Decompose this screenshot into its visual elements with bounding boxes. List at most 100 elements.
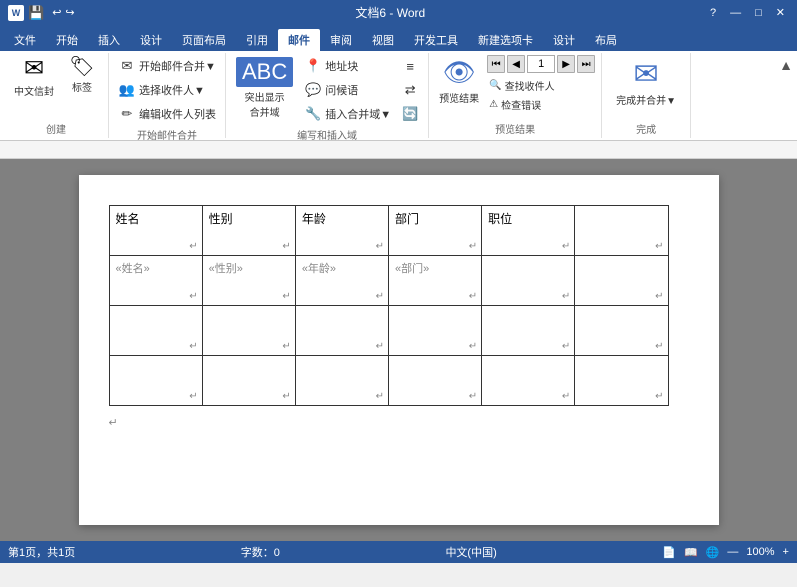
header-cell-name: 姓名 ↵ xyxy=(109,206,202,256)
tab-layout[interactable]: 页面布局 xyxy=(172,29,236,51)
preview-sub-btns: 🔍 查找收件人 ⚠ 检查错误 xyxy=(487,77,595,113)
view-mode-btn[interactable]: 📄 xyxy=(662,546,676,559)
address-block-btn[interactable]: 📍 地址块 xyxy=(301,55,394,77)
nav-row: ⏮ ◀ ▶ ⏭ xyxy=(487,55,595,73)
tab-table-layout[interactable]: 布局 xyxy=(585,29,627,51)
merge-cell-gender: «性别» ↵ xyxy=(202,256,295,306)
header-pos-text: 职位 xyxy=(488,212,512,226)
tab-mailings[interactable]: 邮件 xyxy=(278,29,320,51)
tab-home[interactable]: 开始 xyxy=(46,29,88,51)
minimize-btn[interactable]: — xyxy=(726,7,745,19)
title-bar: W 💾 ↩ ↪ 文档6 - Word ? — □ ✕ xyxy=(0,0,797,25)
doc-newline: ↵ xyxy=(109,416,689,429)
highlight-merge-btn[interactable]: ABC 突出显示合并域 xyxy=(232,55,297,121)
pilcrow-e14: ↵ xyxy=(469,341,477,352)
preview-toolbar xyxy=(0,141,797,159)
pilcrow-m3: ↵ xyxy=(376,291,384,302)
empty-cell-2-5: ↵ xyxy=(482,356,575,406)
merge-cell-dept: «部门» ↵ xyxy=(388,256,481,306)
greeting-btn[interactable]: 💬 问候语 xyxy=(301,79,394,101)
tab-developer[interactable]: 开发工具 xyxy=(404,29,468,51)
merge-age: «年龄» xyxy=(302,263,336,275)
tab-references[interactable]: 引用 xyxy=(236,29,278,51)
redo-btn[interactable]: ↪ xyxy=(65,6,74,19)
merge-cell-pos: ↵ xyxy=(482,256,575,306)
header-age-text: 年龄 xyxy=(302,212,326,226)
rules-col: ≡ ⇄ 🔄 xyxy=(398,55,422,125)
header-cell-dept: 部门 ↵ xyxy=(388,206,481,256)
chinese-envelope-btn[interactable]: ✉ 中文信封 xyxy=(10,55,58,100)
quick-save[interactable]: 💾 xyxy=(28,5,44,21)
header-dept-text: 部门 xyxy=(395,212,419,226)
pilcrow-5: ↵ xyxy=(562,241,570,252)
edit-recipient-btn[interactable]: ✏ 编辑收件人列表 xyxy=(115,103,219,125)
rules-btn[interactable]: ≡ xyxy=(398,55,422,77)
zoom-out-btn[interactable]: — xyxy=(727,546,738,559)
check-error-btn[interactable]: ⚠ 检查错误 xyxy=(487,96,595,113)
merge-cell-extra: ↵ xyxy=(575,256,668,306)
insert-merge-field-btn[interactable]: 🔧 插入合并域▼ xyxy=(301,103,394,125)
group-create: ✉ 中文信封 🏷 标签 创建 xyxy=(4,53,109,138)
maximize-btn[interactable]: □ xyxy=(751,7,766,19)
doc-title: 文档6 - Word xyxy=(75,4,706,21)
help-btn[interactable]: ? xyxy=(706,7,720,19)
title-bar-left: W 💾 ↩ ↪ xyxy=(8,5,75,21)
pilcrow-e22: ↵ xyxy=(282,391,290,402)
tab-review[interactable]: 审阅 xyxy=(320,29,362,51)
record-number-input[interactable] xyxy=(527,55,555,73)
select-recipient-btn[interactable]: 👥 选择收件人▼ xyxy=(115,79,219,101)
undo-btn[interactable]: ↩ xyxy=(52,6,61,19)
ribbon-collapse[interactable]: ▲ xyxy=(779,53,793,138)
finish-merge-btn[interactable]: ✉ 完成并合并▼ xyxy=(608,55,684,109)
label-btn[interactable]: 🏷 标签 xyxy=(62,55,102,96)
update-labels-btn[interactable]: 🔄 xyxy=(398,103,422,125)
pilcrow-e26: ↵ xyxy=(655,391,663,402)
preview-nav-col: ⏮ ◀ ▶ ⏭ 🔍 查找收件人 ⚠ 检查错误 xyxy=(487,55,595,113)
zoom-in-btn[interactable]: + xyxy=(783,546,789,559)
collapse-icon[interactable]: ▲ xyxy=(779,57,793,73)
empty-cell-1-6: ↵ xyxy=(575,306,668,356)
start-merge-btn[interactable]: ✉ 开始邮件合并▼ xyxy=(115,55,219,77)
pilcrow-m4: ↵ xyxy=(469,291,477,302)
first-record-btn[interactable]: ⏮ xyxy=(487,55,505,73)
address-block-icon: 📍 xyxy=(304,57,322,75)
empty-cell-2-1: ↵ xyxy=(109,356,202,406)
empty-cell-1-5: ↵ xyxy=(482,306,575,356)
read-mode-btn[interactable]: 📖 xyxy=(684,546,698,559)
tab-insert[interactable]: 插入 xyxy=(88,29,130,51)
chinese-envelope-label: 中文信封 xyxy=(14,83,54,98)
tab-design[interactable]: 设计 xyxy=(130,29,172,51)
empty-cell-2-2: ↵ xyxy=(202,356,295,406)
tab-view[interactable]: 视图 xyxy=(362,29,404,51)
match-fields-btn[interactable]: ⇄ xyxy=(398,79,422,101)
tab-file[interactable]: 文件 xyxy=(4,29,46,51)
pilcrow-e21: ↵ xyxy=(189,391,197,402)
group-start-merge-content: ✉ 开始邮件合并▼ 👥 选择收件人▼ ✏ 编辑收件人列表 xyxy=(115,55,219,125)
group-create-label: 创建 xyxy=(10,119,102,136)
tab-table-design[interactable]: 设计 xyxy=(543,29,585,51)
close-btn[interactable]: ✕ xyxy=(772,6,789,19)
preview-results-btn[interactable]: 👁 预览结果 xyxy=(435,55,483,107)
language: 中文(中国) xyxy=(445,544,496,560)
pilcrow-m5: ↵ xyxy=(562,291,570,302)
pilcrow-e12: ↵ xyxy=(282,341,290,352)
address-block-label: 地址块 xyxy=(325,58,358,74)
ribbon-tabs: 文件 开始 插入 设计 页面布局 引用 邮件 审阅 视图 开发工具 新建选项卡 … xyxy=(0,25,797,51)
group-start-merge: ✉ 开始邮件合并▼ 👥 选择收件人▼ ✏ 编辑收件人列表 开始邮件合并 xyxy=(109,53,226,138)
tab-new-tab[interactable]: 新建选项卡 xyxy=(468,29,543,51)
prev-record-btn[interactable]: ◀ xyxy=(507,55,525,73)
header-cell-age: 年龄 ↵ xyxy=(295,206,388,256)
last-record-btn[interactable]: ⏭ xyxy=(577,55,595,73)
empty-cell-1-4: ↵ xyxy=(388,306,481,356)
next-record-btn[interactable]: ▶ xyxy=(557,55,575,73)
insert-fields-col: 📍 地址块 💬 问候语 🔧 插入合并域▼ xyxy=(301,55,394,125)
merge-cell-age: «年龄» ↵ xyxy=(295,256,388,306)
doc-table: 姓名 ↵ 性别 ↵ 年龄 ↵ 部门 ↵ 职位 ↵ xyxy=(109,205,669,406)
web-layout-btn[interactable]: 🌐 xyxy=(706,546,720,559)
pilcrow-3: ↵ xyxy=(376,241,384,252)
rules-icon: ≡ xyxy=(401,57,419,75)
empty-cell-1-3: ↵ xyxy=(295,306,388,356)
empty-cell-2-3: ↵ xyxy=(295,356,388,406)
pilcrow-e24: ↵ xyxy=(469,391,477,402)
find-recipient-btn[interactable]: 🔍 查找收件人 xyxy=(487,77,595,94)
